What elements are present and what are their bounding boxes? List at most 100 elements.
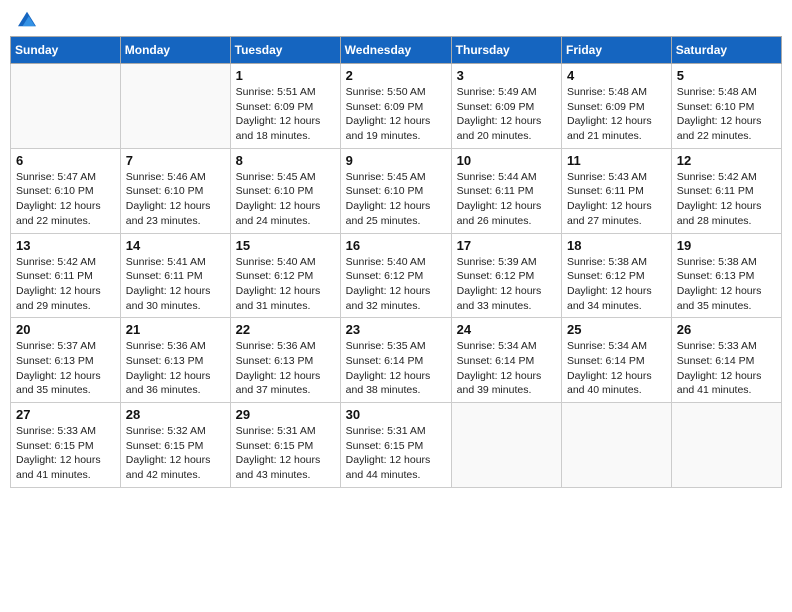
sunrise: Sunrise: 5:33 AM [677, 339, 776, 354]
sunset: Sunset: 6:15 PM [346, 439, 446, 454]
sunrise: Sunrise: 5:51 AM [236, 85, 335, 100]
calendar-cell: 4 Sunrise: 5:48 AM Sunset: 6:09 PM Dayli… [562, 64, 672, 149]
sunset: Sunset: 6:13 PM [126, 354, 225, 369]
calendar-cell: 1 Sunrise: 5:51 AM Sunset: 6:09 PM Dayli… [230, 64, 340, 149]
sunrise: Sunrise: 5:36 AM [126, 339, 225, 354]
calendar-cell: 21 Sunrise: 5:36 AM Sunset: 6:13 PM Dayl… [120, 318, 230, 403]
calendar-row: 27 Sunrise: 5:33 AM Sunset: 6:15 PM Dayl… [11, 403, 782, 488]
calendar-cell: 5 Sunrise: 5:48 AM Sunset: 6:10 PM Dayli… [671, 64, 781, 149]
sunrise: Sunrise: 5:40 AM [236, 255, 335, 270]
day-number: 4 [567, 68, 666, 83]
calendar-cell: 9 Sunrise: 5:45 AM Sunset: 6:10 PM Dayli… [340, 148, 451, 233]
calendar-cell: 30 Sunrise: 5:31 AM Sunset: 6:15 PM Dayl… [340, 403, 451, 488]
daylight: Daylight: 12 hours and 30 minutes. [126, 284, 225, 313]
day-info: Sunrise: 5:36 AM Sunset: 6:13 PM Dayligh… [126, 339, 225, 398]
sunset: Sunset: 6:11 PM [457, 184, 556, 199]
daylight: Daylight: 12 hours and 26 minutes. [457, 199, 556, 228]
calendar-table: Sunday Monday Tuesday Wednesday Thursday… [10, 36, 782, 488]
sunset: Sunset: 6:15 PM [126, 439, 225, 454]
daylight: Daylight: 12 hours and 31 minutes. [236, 284, 335, 313]
calendar-cell: 6 Sunrise: 5:47 AM Sunset: 6:10 PM Dayli… [11, 148, 121, 233]
sunset: Sunset: 6:13 PM [677, 269, 776, 284]
sunrise: Sunrise: 5:31 AM [346, 424, 446, 439]
day-number: 9 [346, 153, 446, 168]
calendar-cell: 25 Sunrise: 5:34 AM Sunset: 6:14 PM Dayl… [562, 318, 672, 403]
day-info: Sunrise: 5:34 AM Sunset: 6:14 PM Dayligh… [457, 339, 556, 398]
daylight: Daylight: 12 hours and 25 minutes. [346, 199, 446, 228]
sunset: Sunset: 6:10 PM [346, 184, 446, 199]
sunrise: Sunrise: 5:49 AM [457, 85, 556, 100]
sunrise: Sunrise: 5:47 AM [16, 170, 115, 185]
sunset: Sunset: 6:13 PM [236, 354, 335, 369]
day-info: Sunrise: 5:42 AM Sunset: 6:11 PM Dayligh… [16, 255, 115, 314]
calendar-cell: 16 Sunrise: 5:40 AM Sunset: 6:12 PM Dayl… [340, 233, 451, 318]
page-header [10, 10, 782, 28]
day-info: Sunrise: 5:41 AM Sunset: 6:11 PM Dayligh… [126, 255, 225, 314]
sunset: Sunset: 6:14 PM [457, 354, 556, 369]
calendar-row: 13 Sunrise: 5:42 AM Sunset: 6:11 PM Dayl… [11, 233, 782, 318]
day-number: 26 [677, 322, 776, 337]
logo [14, 10, 36, 28]
day-number: 21 [126, 322, 225, 337]
calendar-cell: 28 Sunrise: 5:32 AM Sunset: 6:15 PM Dayl… [120, 403, 230, 488]
day-number: 30 [346, 407, 446, 422]
calendar-cell [671, 403, 781, 488]
calendar-row: 1 Sunrise: 5:51 AM Sunset: 6:09 PM Dayli… [11, 64, 782, 149]
day-info: Sunrise: 5:39 AM Sunset: 6:12 PM Dayligh… [457, 255, 556, 314]
sunset: Sunset: 6:09 PM [346, 100, 446, 115]
sunrise: Sunrise: 5:35 AM [346, 339, 446, 354]
day-number: 12 [677, 153, 776, 168]
calendar-cell: 20 Sunrise: 5:37 AM Sunset: 6:13 PM Dayl… [11, 318, 121, 403]
sunrise: Sunrise: 5:33 AM [16, 424, 115, 439]
sunrise: Sunrise: 5:44 AM [457, 170, 556, 185]
sunset: Sunset: 6:12 PM [567, 269, 666, 284]
day-info: Sunrise: 5:38 AM Sunset: 6:12 PM Dayligh… [567, 255, 666, 314]
daylight: Daylight: 12 hours and 39 minutes. [457, 369, 556, 398]
day-info: Sunrise: 5:38 AM Sunset: 6:13 PM Dayligh… [677, 255, 776, 314]
daylight: Daylight: 12 hours and 33 minutes. [457, 284, 556, 313]
day-number: 13 [16, 238, 115, 253]
sunset: Sunset: 6:10 PM [126, 184, 225, 199]
sunrise: Sunrise: 5:45 AM [236, 170, 335, 185]
sunset: Sunset: 6:11 PM [16, 269, 115, 284]
day-info: Sunrise: 5:49 AM Sunset: 6:09 PM Dayligh… [457, 85, 556, 144]
day-info: Sunrise: 5:33 AM Sunset: 6:14 PM Dayligh… [677, 339, 776, 398]
day-number: 18 [567, 238, 666, 253]
day-number: 7 [126, 153, 225, 168]
day-number: 20 [16, 322, 115, 337]
sunset: Sunset: 6:14 PM [346, 354, 446, 369]
day-number: 24 [457, 322, 556, 337]
sunrise: Sunrise: 5:36 AM [236, 339, 335, 354]
sunrise: Sunrise: 5:48 AM [677, 85, 776, 100]
day-number: 16 [346, 238, 446, 253]
calendar-cell: 11 Sunrise: 5:43 AM Sunset: 6:11 PM Dayl… [562, 148, 672, 233]
sunset: Sunset: 6:10 PM [236, 184, 335, 199]
calendar-cell: 2 Sunrise: 5:50 AM Sunset: 6:09 PM Dayli… [340, 64, 451, 149]
sunset: Sunset: 6:10 PM [677, 100, 776, 115]
daylight: Daylight: 12 hours and 29 minutes. [16, 284, 115, 313]
day-number: 19 [677, 238, 776, 253]
sunrise: Sunrise: 5:40 AM [346, 255, 446, 270]
day-info: Sunrise: 5:46 AM Sunset: 6:10 PM Dayligh… [126, 170, 225, 229]
day-info: Sunrise: 5:34 AM Sunset: 6:14 PM Dayligh… [567, 339, 666, 398]
daylight: Daylight: 12 hours and 41 minutes. [677, 369, 776, 398]
sunset: Sunset: 6:11 PM [126, 269, 225, 284]
sunrise: Sunrise: 5:50 AM [346, 85, 446, 100]
day-number: 27 [16, 407, 115, 422]
sunrise: Sunrise: 5:46 AM [126, 170, 225, 185]
header-sunday: Sunday [11, 37, 121, 64]
day-number: 29 [236, 407, 335, 422]
day-number: 14 [126, 238, 225, 253]
calendar-cell: 13 Sunrise: 5:42 AM Sunset: 6:11 PM Dayl… [11, 233, 121, 318]
day-info: Sunrise: 5:50 AM Sunset: 6:09 PM Dayligh… [346, 85, 446, 144]
sunrise: Sunrise: 5:34 AM [457, 339, 556, 354]
day-info: Sunrise: 5:47 AM Sunset: 6:10 PM Dayligh… [16, 170, 115, 229]
header-wednesday: Wednesday [340, 37, 451, 64]
day-number: 10 [457, 153, 556, 168]
sunrise: Sunrise: 5:39 AM [457, 255, 556, 270]
sunset: Sunset: 6:10 PM [16, 184, 115, 199]
day-info: Sunrise: 5:31 AM Sunset: 6:15 PM Dayligh… [236, 424, 335, 483]
day-number: 1 [236, 68, 335, 83]
sunset: Sunset: 6:09 PM [567, 100, 666, 115]
sunset: Sunset: 6:14 PM [567, 354, 666, 369]
